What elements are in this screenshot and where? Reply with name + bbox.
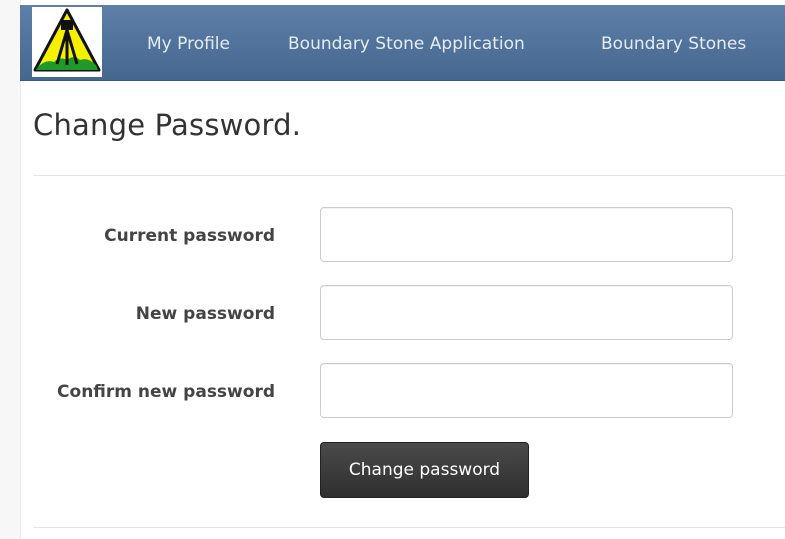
nav-link-my-profile[interactable]: My Profile [147, 5, 230, 80]
current-password-input[interactable] [320, 207, 733, 262]
nav-link-boundary-stone-application[interactable]: Boundary Stone Application [288, 5, 525, 80]
current-password-label: Current password [104, 226, 275, 246]
new-password-label: New password [135, 304, 275, 324]
nav-link-boundary-stones[interactable]: Boundary Stones [601, 5, 746, 80]
footer-divider [33, 527, 785, 528]
change-password-button[interactable]: Change password [320, 442, 529, 498]
confirm-password-label: Confirm new password [57, 382, 275, 402]
surveyor-tripod-logo-icon[interactable] [32, 7, 102, 77]
page-title: Change Password. [33, 108, 302, 142]
left-edge-panel [0, 0, 21, 539]
confirm-password-input[interactable] [320, 363, 733, 418]
title-divider [33, 175, 785, 176]
top-navbar: My Profile Boundary Stone Application Bo… [20, 5, 785, 81]
new-password-input[interactable] [320, 285, 733, 340]
